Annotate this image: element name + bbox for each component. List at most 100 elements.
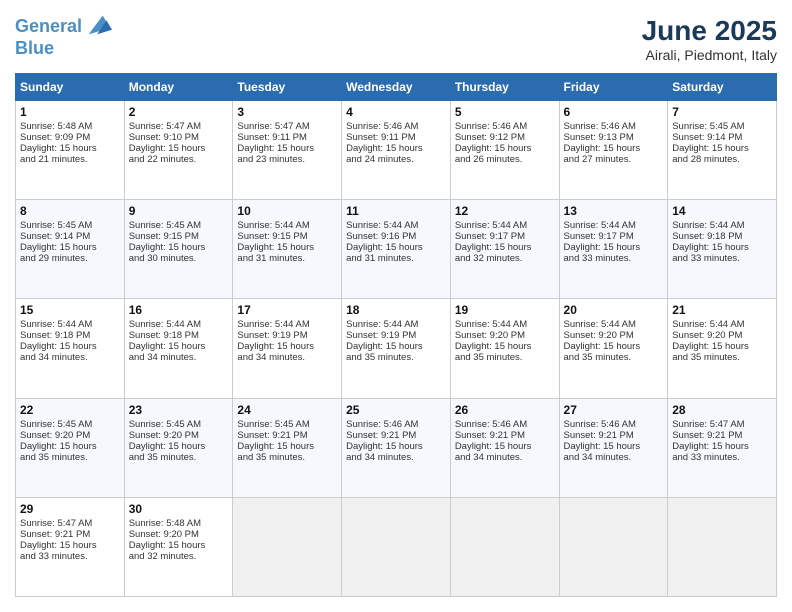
day-info-line: and 32 minutes. xyxy=(455,253,555,264)
day-info-line: Sunrise: 5:47 AM xyxy=(20,518,120,529)
day-info-line: Daylight: 15 hours xyxy=(455,441,555,452)
calendar-cell: 19Sunrise: 5:44 AMSunset: 9:20 PMDayligh… xyxy=(450,299,559,398)
day-info-line: Daylight: 15 hours xyxy=(346,441,446,452)
calendar-cell: 30Sunrise: 5:48 AMSunset: 9:20 PMDayligh… xyxy=(124,497,233,596)
day-info-line: and 31 minutes. xyxy=(237,253,337,264)
day-info-line: and 33 minutes. xyxy=(564,253,664,264)
day-info-line: and 32 minutes. xyxy=(129,551,229,562)
header: General Blue June 2025 Airali, Piedmont,… xyxy=(15,15,777,63)
day-info-line: Sunset: 9:18 PM xyxy=(20,330,120,341)
day-info-line: Sunrise: 5:45 AM xyxy=(129,220,229,231)
calendar-cell: 9Sunrise: 5:45 AMSunset: 9:15 PMDaylight… xyxy=(124,200,233,299)
day-info-line: Daylight: 15 hours xyxy=(20,242,120,253)
day-info-line: Sunset: 9:15 PM xyxy=(129,231,229,242)
day-info-line: and 23 minutes. xyxy=(237,154,337,165)
day-info-line: Daylight: 15 hours xyxy=(237,242,337,253)
day-number: 8 xyxy=(20,204,120,218)
calendar-cell: 11Sunrise: 5:44 AMSunset: 9:16 PMDayligh… xyxy=(342,200,451,299)
day-number: 18 xyxy=(346,303,446,317)
day-info-line: Daylight: 15 hours xyxy=(237,143,337,154)
day-number: 17 xyxy=(237,303,337,317)
calendar-cell: 2Sunrise: 5:47 AMSunset: 9:10 PMDaylight… xyxy=(124,101,233,200)
calendar-table: SundayMondayTuesdayWednesdayThursdayFrid… xyxy=(15,73,777,597)
day-info-line: and 30 minutes. xyxy=(129,253,229,264)
day-info-line: Sunrise: 5:44 AM xyxy=(672,220,772,231)
day-info-line: Daylight: 15 hours xyxy=(455,143,555,154)
calendar-cell: 22Sunrise: 5:45 AMSunset: 9:20 PMDayligh… xyxy=(16,398,125,497)
day-info-line: Sunrise: 5:48 AM xyxy=(20,121,120,132)
day-number: 29 xyxy=(20,502,120,516)
day-info-line: Sunset: 9:11 PM xyxy=(346,132,446,143)
calendar-cell: 15Sunrise: 5:44 AMSunset: 9:18 PMDayligh… xyxy=(16,299,125,398)
calendar-week-4: 22Sunrise: 5:45 AMSunset: 9:20 PMDayligh… xyxy=(16,398,777,497)
calendar-header-thursday: Thursday xyxy=(450,74,559,101)
calendar-cell: 7Sunrise: 5:45 AMSunset: 9:14 PMDaylight… xyxy=(668,101,777,200)
day-info-line: Sunset: 9:21 PM xyxy=(346,430,446,441)
location-subtitle: Airali, Piedmont, Italy xyxy=(642,47,777,63)
main-title: June 2025 xyxy=(642,15,777,47)
day-info-line: Sunrise: 5:46 AM xyxy=(346,121,446,132)
day-info-line: Daylight: 15 hours xyxy=(237,441,337,452)
calendar-cell: 27Sunrise: 5:46 AMSunset: 9:21 PMDayligh… xyxy=(559,398,668,497)
day-number: 3 xyxy=(237,105,337,119)
day-number: 10 xyxy=(237,204,337,218)
day-info-line: and 27 minutes. xyxy=(564,154,664,165)
day-info-line: Sunrise: 5:46 AM xyxy=(455,121,555,132)
day-number: 16 xyxy=(129,303,229,317)
calendar-cell: 10Sunrise: 5:44 AMSunset: 9:15 PMDayligh… xyxy=(233,200,342,299)
day-info-line: Daylight: 15 hours xyxy=(672,143,772,154)
day-info-line: Daylight: 15 hours xyxy=(564,441,664,452)
day-info-line: Sunrise: 5:44 AM xyxy=(346,319,446,330)
day-info-line: and 26 minutes. xyxy=(455,154,555,165)
day-info-line: Daylight: 15 hours xyxy=(237,341,337,352)
day-info-line: Sunset: 9:13 PM xyxy=(564,132,664,143)
day-info-line: Sunrise: 5:44 AM xyxy=(237,220,337,231)
day-info-line: Daylight: 15 hours xyxy=(672,242,772,253)
day-info-line: Sunrise: 5:48 AM xyxy=(129,518,229,529)
day-info-line: and 29 minutes. xyxy=(20,253,120,264)
day-number: 19 xyxy=(455,303,555,317)
day-info-line: Sunset: 9:20 PM xyxy=(20,430,120,441)
day-info-line: Sunset: 9:18 PM xyxy=(129,330,229,341)
day-info-line: Daylight: 15 hours xyxy=(129,441,229,452)
day-info-line: Sunset: 9:20 PM xyxy=(129,430,229,441)
day-info-line: Sunrise: 5:47 AM xyxy=(237,121,337,132)
page: General Blue June 2025 Airali, Piedmont,… xyxy=(0,0,792,612)
day-info-line: and 34 minutes. xyxy=(455,452,555,463)
day-info-line: Sunset: 9:10 PM xyxy=(129,132,229,143)
day-info-line: Sunset: 9:21 PM xyxy=(672,430,772,441)
day-info-line: Sunset: 9:19 PM xyxy=(237,330,337,341)
day-info-line: and 33 minutes. xyxy=(672,452,772,463)
day-info-line: Sunset: 9:20 PM xyxy=(564,330,664,341)
day-number: 23 xyxy=(129,403,229,417)
day-info-line: Daylight: 15 hours xyxy=(564,143,664,154)
calendar-cell xyxy=(450,497,559,596)
day-number: 4 xyxy=(346,105,446,119)
day-info-line: Daylight: 15 hours xyxy=(129,341,229,352)
day-info-line: Sunset: 9:20 PM xyxy=(455,330,555,341)
logo: General Blue xyxy=(15,15,112,59)
calendar-header-row: SundayMondayTuesdayWednesdayThursdayFrid… xyxy=(16,74,777,101)
day-info-line: and 31 minutes. xyxy=(346,253,446,264)
calendar-cell xyxy=(233,497,342,596)
calendar-cell: 14Sunrise: 5:44 AMSunset: 9:18 PMDayligh… xyxy=(668,200,777,299)
day-info-line: Daylight: 15 hours xyxy=(346,341,446,352)
day-info-line: Sunrise: 5:44 AM xyxy=(346,220,446,231)
day-number: 2 xyxy=(129,105,229,119)
day-info-line: Sunset: 9:17 PM xyxy=(564,231,664,242)
calendar-header-wednesday: Wednesday xyxy=(342,74,451,101)
calendar-cell xyxy=(668,497,777,596)
day-info-line: Daylight: 15 hours xyxy=(564,341,664,352)
day-info-line: Sunset: 9:17 PM xyxy=(455,231,555,242)
day-info-line: Daylight: 15 hours xyxy=(564,242,664,253)
day-info-line: Daylight: 15 hours xyxy=(672,441,772,452)
calendar-cell: 12Sunrise: 5:44 AMSunset: 9:17 PMDayligh… xyxy=(450,200,559,299)
day-info-line: and 35 minutes. xyxy=(346,352,446,363)
calendar-cell xyxy=(559,497,668,596)
day-number: 25 xyxy=(346,403,446,417)
calendar-cell: 18Sunrise: 5:44 AMSunset: 9:19 PMDayligh… xyxy=(342,299,451,398)
day-info-line: Sunrise: 5:45 AM xyxy=(20,419,120,430)
day-info-line: Sunrise: 5:47 AM xyxy=(672,419,772,430)
day-number: 22 xyxy=(20,403,120,417)
calendar-cell: 25Sunrise: 5:46 AMSunset: 9:21 PMDayligh… xyxy=(342,398,451,497)
